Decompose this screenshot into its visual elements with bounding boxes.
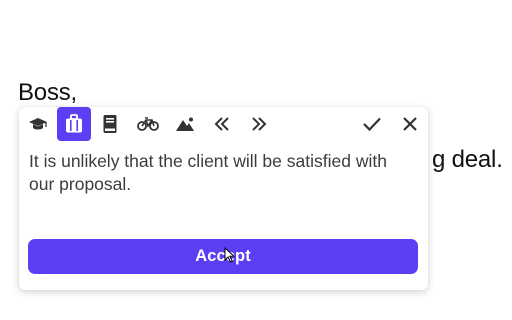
rewrite-popup: It is unlikely that the client will be s… (19, 107, 428, 290)
graduation-cap-icon (29, 118, 47, 130)
book-icon (103, 115, 117, 133)
bicycle-icon (137, 117, 159, 131)
confirm-button[interactable] (355, 107, 389, 141)
check-icon (363, 117, 381, 132)
suggestion-text: It is unlikely that the client will be s… (29, 151, 387, 194)
popup-toolbar (19, 107, 428, 141)
double-chevron-left-icon (214, 117, 229, 131)
tone-casual-button[interactable] (131, 107, 165, 141)
mountain-icon (176, 117, 194, 131)
tone-book-button[interactable] (93, 107, 127, 141)
tone-nature-button[interactable] (168, 107, 202, 141)
tone-academic-button[interactable] (21, 107, 55, 141)
document-text-line: Boss, (18, 79, 78, 106)
next-suggestion-button[interactable] (242, 107, 276, 141)
double-chevron-right-icon (252, 117, 267, 131)
close-icon (403, 117, 417, 131)
previous-suggestion-button[interactable] (205, 107, 239, 141)
tone-business-button[interactable] (57, 107, 91, 141)
briefcase-icon (66, 114, 82, 133)
accept-button[interactable]: Accept (28, 239, 418, 274)
document-text-fragment: g deal. (432, 146, 503, 173)
close-button[interactable] (393, 107, 427, 141)
